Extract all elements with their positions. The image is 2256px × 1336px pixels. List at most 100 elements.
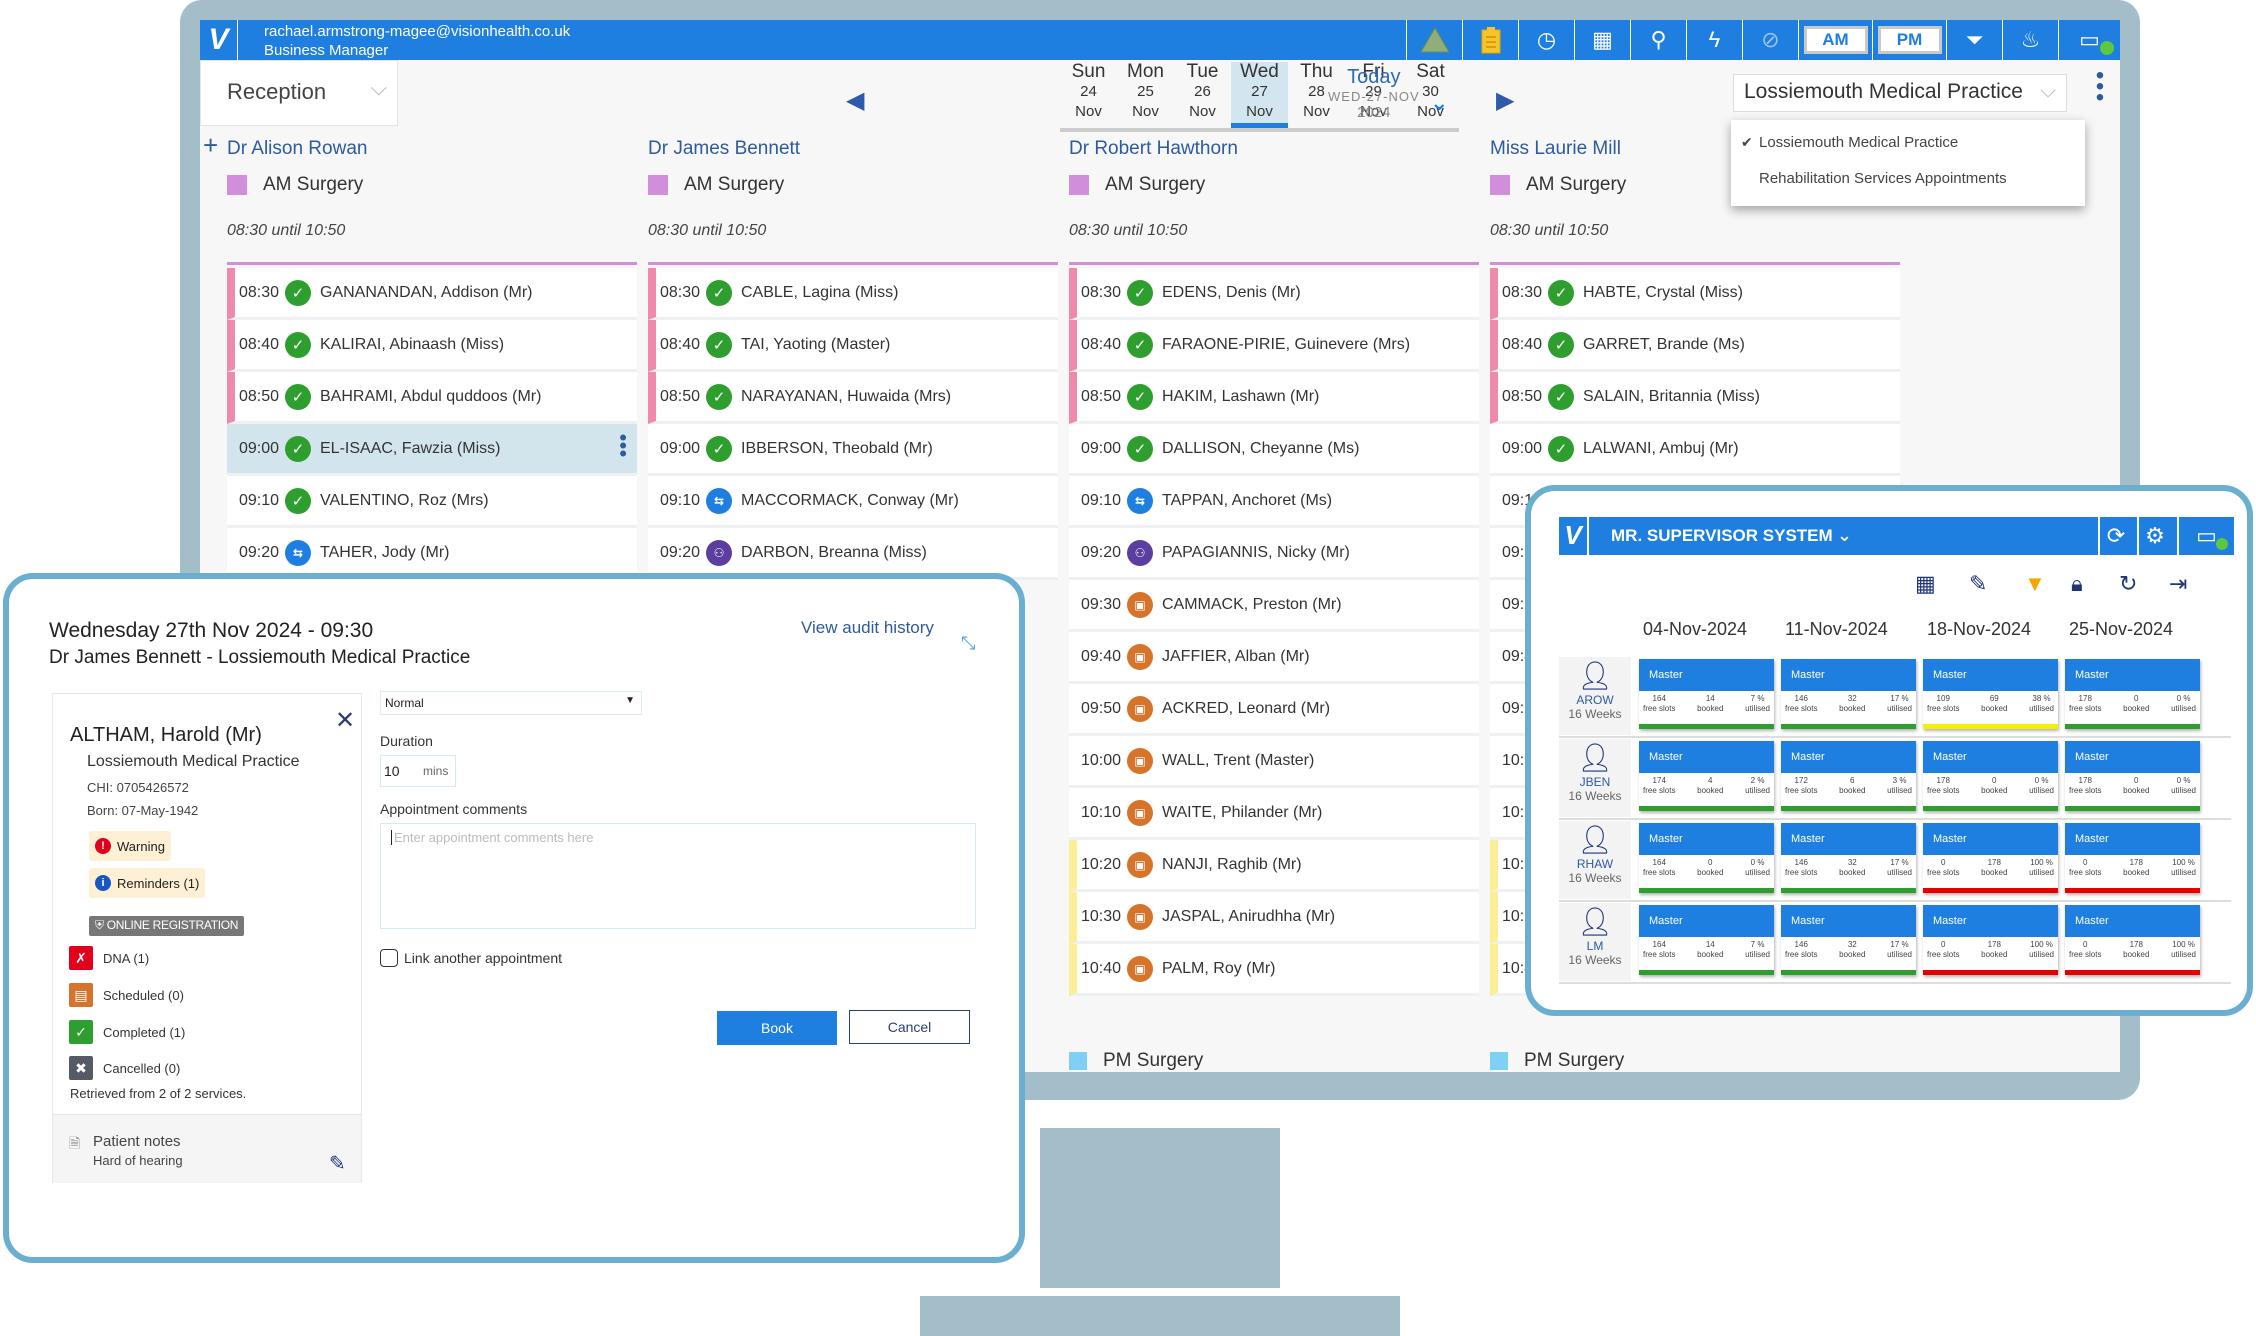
utilisation-card[interactable]: Master 146 free slots 32 booked 17 % utilised — [1781, 659, 1916, 729]
appointment-slot[interactable]: 10:10 ▣ WAITE, Philander (Mr) — [1069, 788, 1479, 840]
pm-toggle[interactable]: PM — [1872, 20, 1946, 60]
appointment-type-select[interactable]: Normal ▼ — [380, 691, 642, 715]
clinician-name[interactable]: Dr James Bennett — [648, 138, 1058, 164]
history-dna[interactable]: ✗ DNA (1) — [69, 945, 149, 971]
quick-search-icon[interactable]: ϟ — [1686, 20, 1742, 60]
monitor-status-icon[interactable]: ▭ — [2058, 20, 2120, 60]
vision-logo[interactable]: V — [1559, 517, 1589, 555]
appointment-slot[interactable]: 08:50 ✓ BAHRAMI, Abdul quddoos (Mr) — [227, 372, 637, 424]
utilisation-card[interactable]: Master 164 free slots 14 booked 7 % utilised — [1639, 905, 1774, 975]
lock-icon[interactable]: 🔒︎ — [2071, 571, 2083, 597]
slot-menu-icon[interactable]: • • • — [619, 427, 627, 465]
comments-textarea[interactable]: Enter appointment comments here — [380, 823, 976, 929]
appointment-slot[interactable]: 09:00 ✓ LALWANI, Ambuj (Mr) — [1490, 424, 1900, 476]
appointment-slot[interactable]: 09:00 ✓ EL-ISAAC, Fawzia (Miss) • • • — [227, 424, 637, 476]
expand-width-icon[interactable]: ⇥ — [2169, 571, 2187, 597]
appointment-slot[interactable]: 08:30 ✓ EDENS, Denis (Mr) — [1069, 268, 1479, 320]
appointment-slot[interactable]: 08:50 ✓ HAKIM, Lashawn (Mr) — [1069, 372, 1479, 424]
appointment-slot[interactable]: 10:20 ▣ NANJI, Raghib (Mr) — [1069, 840, 1479, 892]
day-tue[interactable]: Tue 26 Nov — [1174, 62, 1231, 128]
utilisation-card[interactable]: Master 146 free slots 32 booked 17 % utilised — [1781, 905, 1916, 975]
book-button[interactable]: Book — [717, 1011, 837, 1045]
view-audit-history-link[interactable]: View audit history — [801, 618, 934, 638]
day-wed[interactable]: Wed 27 Nov — [1231, 62, 1288, 128]
reminders-badge[interactable]: i Reminders (1) — [89, 868, 206, 898]
duration-input[interactable]: 10 mins — [380, 755, 456, 787]
appointment-slot[interactable]: 08:40 ✓ GARRET, Brande (Ms) — [1490, 320, 1900, 372]
vision-logo[interactable]: V — [200, 20, 238, 60]
refresh-icon[interactable]: ⟳ — [2098, 517, 2132, 555]
system-select[interactable]: MR. SUPERVISOR SYSTEM ⌄ — [1611, 526, 1852, 546]
utilisation-card[interactable]: Master 146 free slots 32 booked 17 % utilised — [1781, 823, 1916, 893]
clipboard-icon[interactable] — [1462, 20, 1518, 60]
clinician-name[interactable]: Dr Alison Rowan — [227, 138, 637, 164]
appointment-slot[interactable]: 09:40 ▣ JAFFIER, Alban (Mr) — [1069, 632, 1479, 684]
flame-icon[interactable]: ♨ — [2002, 20, 2058, 60]
next-week-icon[interactable]: ▶ — [1496, 86, 1514, 115]
utilisation-card[interactable]: Master 109 free slots 69 booked 38 % utilised — [1923, 659, 2058, 729]
user-blocked-icon[interactable]: ⊘ — [1742, 20, 1798, 60]
gear-icon[interactable]: ⚙ — [2137, 517, 2171, 555]
appointment-slot[interactable]: 10:40 ▣ PALM, Roy (Mr) — [1069, 944, 1479, 996]
prev-week-icon[interactable]: ◀ — [846, 86, 864, 115]
appointment-slot[interactable]: 09:20 ⚇ PAPAGIANNIS, Nicky (Mr) — [1069, 528, 1479, 580]
history-scheduled[interactable]: ▤ Scheduled (0) — [69, 982, 184, 1008]
utilisation-card[interactable]: Master 0 free slots 178 booked 100 % utilised — [1923, 905, 2058, 975]
appointment-slot[interactable]: 09:00 ✓ IBBERSON, Theobald (Mr) — [648, 424, 1058, 476]
filter-icon[interactable]: ⏷ — [1946, 20, 2002, 60]
calendar-icon[interactable]: ▦ — [1915, 571, 1936, 597]
provider-cell[interactable]: 👤︎ JBEN 16 Weeks — [1559, 739, 1631, 817]
view-select[interactable]: Reception ⌵ — [200, 60, 398, 126]
appointment-slot[interactable]: 09:10 ✓ VALENTINO, Roz (Mrs) — [227, 476, 637, 528]
monitor-status-icon[interactable]: ▭ — [2177, 517, 2234, 555]
add-clinician-icon[interactable]: + — [203, 130, 218, 161]
provider-cell[interactable]: 👤︎ RHAW 16 Weeks — [1559, 821, 1631, 899]
edit-pencil-icon[interactable]: ✎ — [329, 1151, 346, 1176]
appointment-slot[interactable]: 08:40 ✓ KALIRAI, Abinaash (Miss) — [227, 320, 637, 372]
edit-pencil-icon[interactable]: ✎ — [1969, 571, 1987, 597]
appointment-slot[interactable]: 09:30 ▣ CAMMACK, Preston (Mr) — [1069, 580, 1479, 632]
link-appointment-checkbox[interactable]: Link another appointment — [380, 949, 562, 967]
filter-icon[interactable]: ▼ — [2024, 571, 2046, 597]
collapse-icon[interactable]: ⤡ — [961, 633, 975, 654]
appointment-slot[interactable]: 08:40 ✓ TAI, Yaoting (Master) — [648, 320, 1058, 372]
day-mon[interactable]: Mon 25 Nov — [1117, 62, 1174, 128]
utilisation-card[interactable]: Master 164 free slots 0 booked 0 % utilised — [1639, 823, 1774, 893]
appointment-slot[interactable]: 08:30 ✓ HABTE, Crystal (Miss) — [1490, 268, 1900, 320]
utilisation-card[interactable]: Master 0 free slots 178 booked 100 % utilised — [1923, 823, 2058, 893]
appointment-slot[interactable]: 09:00 ✓ DALLISON, Cheyanne (Ms) — [1069, 424, 1479, 476]
more-options-icon[interactable]: • • • — [2093, 64, 2107, 110]
cancel-button[interactable]: Cancel — [849, 1010, 970, 1044]
utilisation-card[interactable]: Master 174 free slots 4 booked 2 % utilised — [1639, 741, 1774, 811]
utilisation-card[interactable]: Master 0 free slots 178 booked 100 % utilised — [2065, 823, 2200, 893]
appointment-slot[interactable]: 08:50 ✓ NARAYANAN, Huwaida (Mrs) — [648, 372, 1058, 424]
appointment-slot[interactable]: 09:50 ▣ ACKRED, Leonard (Mr) — [1069, 684, 1479, 736]
utilisation-card[interactable]: Master 0 free slots 178 booked 100 % utilised — [2065, 905, 2200, 975]
calendar-icon[interactable]: ▦ — [1574, 20, 1630, 60]
appointment-slot[interactable]: 08:30 ✓ CABLE, Lagina (Miss) — [648, 268, 1058, 320]
practice-option[interactable]: Lossiemouth Medical Practice — [1759, 134, 1958, 156]
clock-calendar-icon[interactable]: ◷ — [1518, 20, 1574, 60]
date-picker-chevron-icon[interactable]: ⌄ — [1430, 90, 1448, 116]
appointment-slot[interactable]: 08:50 ✓ SALAIN, Britannia (Miss) — [1490, 372, 1900, 424]
percent-refresh-icon[interactable]: ↻ — [2119, 571, 2137, 597]
appointment-slot[interactable]: 10:30 ▣ JASPAL, Anirudhha (Mr) — [1069, 892, 1479, 944]
patient-search-icon[interactable]: ⚲ — [1630, 20, 1686, 60]
hazard-icon[interactable] — [1406, 20, 1462, 60]
utilisation-card[interactable]: Master 178 free slots 0 booked 0 % utilised — [2065, 659, 2200, 729]
provider-cell[interactable]: 👤︎ AROW 16 Weeks — [1559, 657, 1631, 735]
utilisation-card[interactable]: Master 178 free slots 0 booked 0 % utilised — [2065, 741, 2200, 811]
history-completed[interactable]: ✓ Completed (1) — [69, 1019, 185, 1045]
utilisation-card[interactable]: Master 172 free slots 6 booked 3 % utilised — [1781, 741, 1916, 811]
warning-badge[interactable]: ! Warning — [89, 831, 171, 861]
appointment-slot[interactable]: 08:40 ✓ FARAONE-PIRIE, Guinevere (Mrs) — [1069, 320, 1479, 372]
appointment-slot[interactable]: 09:10 ⇆ MACCORMACK, Conway (Mr) — [648, 476, 1058, 528]
provider-cell[interactable]: 👤︎ LM 16 Weeks — [1559, 903, 1631, 981]
today-button[interactable]: Today WED-27-NOV 2024 — [1328, 66, 1420, 121]
appointment-slot[interactable]: 09:10 ⇆ TAPPAN, Anchoret (Ms) — [1069, 476, 1479, 528]
practice-option[interactable]: Rehabilitation Services Appointments — [1759, 170, 2007, 192]
practice-select[interactable]: Lossiemouth Medical Practice ⌵ — [1733, 74, 2067, 112]
am-toggle[interactable]: AM — [1798, 20, 1872, 60]
appointment-slot[interactable]: 08:30 ✓ GANANANDAN, Addison (Mr) — [227, 268, 637, 320]
utilisation-card[interactable]: Master 178 free slots 0 booked 0 % utilised — [1923, 741, 2058, 811]
